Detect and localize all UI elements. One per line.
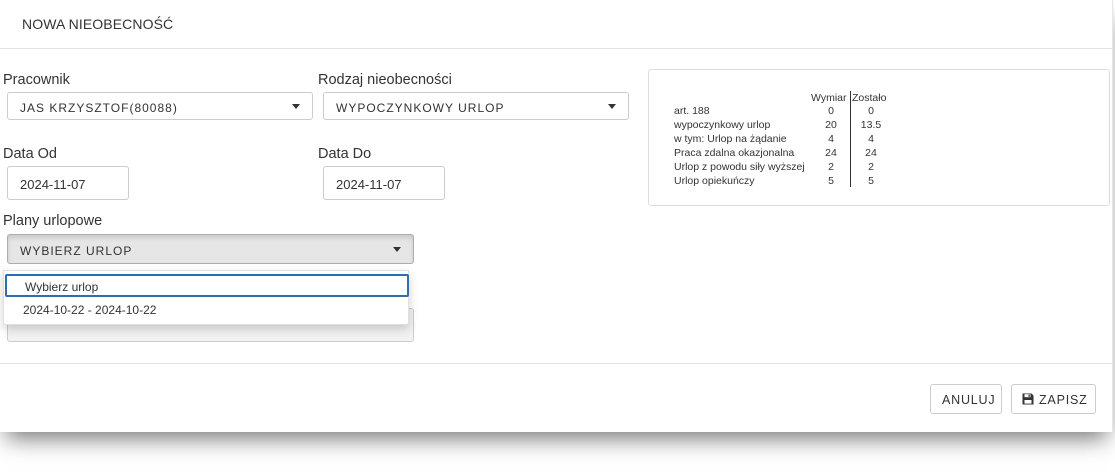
balance-row-name: Praca zdalna okazjonalna	[674, 147, 795, 159]
balance-row-zostalo: 2	[868, 161, 874, 173]
date-from-value: 2024-11-07	[20, 177, 86, 192]
balance-row-wymiar: 5	[828, 175, 834, 187]
cancel-button[interactable]: ANULUJ	[930, 384, 1002, 414]
balance-row-wymiar: 2	[828, 161, 834, 173]
save-button[interactable]: ZAPISZ	[1011, 384, 1096, 414]
employee-label: Pracownik	[3, 72, 70, 88]
leave-plans-label: Plany urlopowe	[3, 213, 103, 229]
balance-row-zostalo: 4	[868, 133, 874, 145]
leave-plans-select[interactable]: WYBIERZ URLOP	[7, 234, 414, 264]
modal-title: NOWA NIEOBECNOŚĆ	[22, 16, 174, 32]
header-divider	[0, 48, 1112, 49]
column-header: Wymiar	[811, 92, 847, 104]
balance-row-name: wypoczynkowy urlop	[674, 119, 771, 131]
floppy-disk-icon	[1022, 393, 1034, 405]
dropdown-option[interactable]: Wybierz urlop	[5, 274, 409, 297]
column-divider	[850, 91, 851, 187]
leave-plans-value: WYBIERZ URLOP	[20, 244, 133, 258]
employee-select[interactable]: JAS KRZYSZTOF(80088)	[7, 92, 313, 120]
dropdown-option[interactable]: 2024-10-22 - 2024-10-22	[4, 298, 408, 321]
absence-type-value: WYPOCZYNKOWY URLOP	[336, 101, 505, 115]
balance-row-wymiar: 0	[828, 105, 834, 117]
date-to-input[interactable]: 2024-11-07	[323, 166, 445, 200]
balance-row-zostalo: 13.5	[860, 119, 882, 131]
new-absence-modal: NOWA NIEOBECNOŚĆ Pracownik JAS KRZYSZTOF…	[0, 0, 1113, 432]
balance-row-name: w tym: Urlop na żądanie	[674, 133, 787, 145]
chevron-down-icon	[608, 104, 616, 109]
leave-balance-panel: Wymiar Zostało art. 188 0 0 wypoczynkowy…	[648, 69, 1110, 206]
balance-row-name: art. 188	[674, 105, 710, 117]
footer-divider	[0, 363, 1112, 364]
balance-row-wymiar: 24	[825, 147, 837, 159]
balance-row-zostalo: 0	[868, 105, 874, 117]
absence-type-select[interactable]: WYPOCZYNKOWY URLOP	[323, 92, 629, 120]
leave-plans-dropdown: Wybierz urlop 2024-10-22 - 2024-10-22	[3, 270, 409, 325]
employee-value: JAS KRZYSZTOF(80088)	[20, 101, 178, 115]
balance-row-name: Urlop z powodu siły wyższej	[674, 161, 805, 173]
date-from-input[interactable]: 2024-11-07	[7, 166, 129, 200]
column-header: Zostało	[852, 92, 887, 104]
absence-type-label: Rodzaj nieobecności	[318, 72, 452, 88]
chevron-down-icon	[393, 247, 401, 252]
balance-row-zostalo: 24	[865, 147, 877, 159]
date-to-value: 2024-11-07	[336, 177, 402, 192]
chevron-down-icon	[292, 104, 300, 109]
balance-row-wymiar: 20	[825, 119, 837, 131]
balance-row-wymiar: 4	[828, 133, 834, 145]
date-to-label: Data Do	[318, 146, 372, 162]
balance-row-zostalo: 5	[868, 175, 874, 187]
date-from-label: Data Od	[3, 146, 57, 162]
balance-row-name: Urlop opiekuńczy	[674, 175, 755, 187]
